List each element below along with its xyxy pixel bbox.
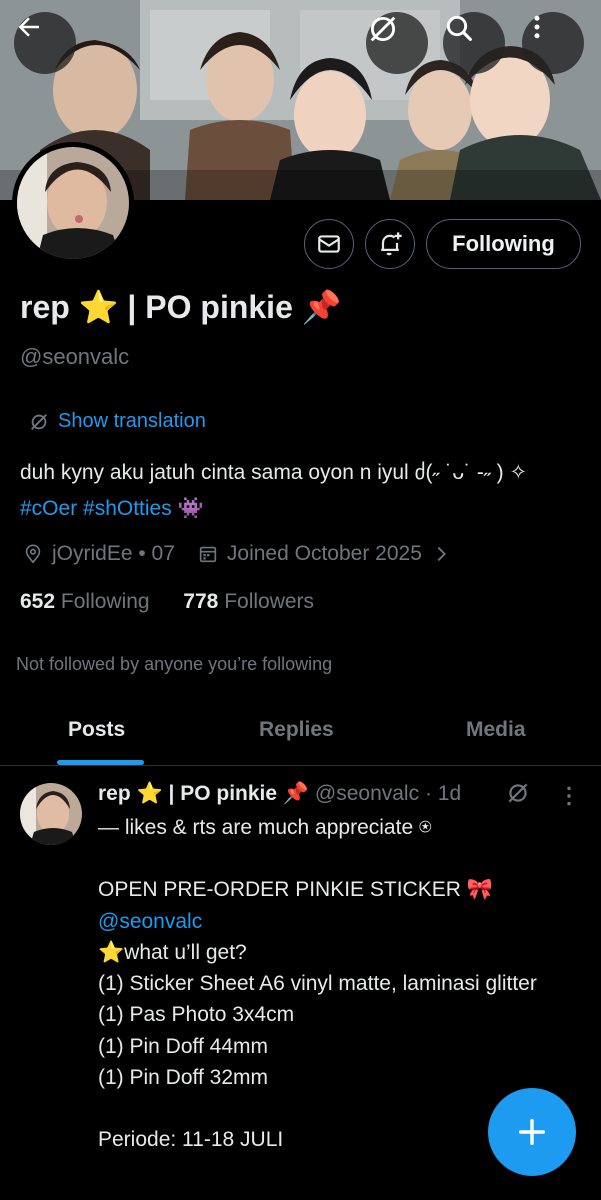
profile-location: jOyridEe • 07 <box>52 542 175 565</box>
more-vertical-icon[interactable] <box>556 783 582 809</box>
not-followed-note: Not followed by anyone you’re following <box>16 654 333 674</box>
profile-joined-date: Joined October 2025 <box>226 542 422 565</box>
notifications-button[interactable] <box>365 219 415 269</box>
search-button[interactable] <box>443 12 505 74</box>
tab-media[interactable]: Media <box>466 718 526 742</box>
post-line: (1) Pin Doff 44mm <box>98 1034 268 1058</box>
show-translation-label: Show translation <box>58 410 206 432</box>
message-button[interactable] <box>304 219 354 269</box>
post-author-handle[interactable]: @seonvalc <box>315 782 419 805</box>
tab-replies[interactable]: Replies <box>259 718 334 742</box>
post-author-name[interactable]: rep ⭐ | PO pinkie 📌 <box>98 782 309 805</box>
profile-tabs: Posts Replies Media <box>0 700 601 766</box>
post-line: (1) Pas Photo 3x4cm <box>98 1003 295 1027</box>
hashtag-link[interactable]: #cOer <box>20 497 77 520</box>
compose-button[interactable] <box>488 1088 576 1176</box>
bio-text: duh kyny aku jatuh cinta sama oyon n iyu… <box>20 461 528 484</box>
translate-off-icon <box>31 413 47 430</box>
translate-off-icon[interactable] <box>505 780 531 806</box>
tab-posts[interactable]: Posts <box>68 718 125 742</box>
calendar-icon <box>199 546 217 563</box>
translate-off-icon <box>370 16 396 42</box>
chevron-right-icon[interactable] <box>430 543 452 565</box>
following-button[interactable]: Following <box>426 219 581 269</box>
post-mention-link[interactable]: @seonvalc <box>98 906 548 937</box>
post-header: rep ⭐ | PO pinkie 📌 @seonvalc · 1d <box>98 782 461 806</box>
active-tab-indicator <box>57 760 144 765</box>
profile-page: Following rep ⭐ | PO pinkie 📌 @seonvalc … <box>0 0 601 1200</box>
plus-icon <box>518 1118 546 1146</box>
location-pin-icon <box>25 544 41 564</box>
post-avatar-photo <box>20 783 82 845</box>
followers-count-link[interactable]: 778 Followers <box>183 590 314 613</box>
back-button[interactable] <box>14 12 76 74</box>
translate-off-button[interactable] <box>366 12 428 74</box>
post-line: (1) Sticker Sheet A6 vinyl matte, lamina… <box>98 972 537 996</box>
profile-handle: @seonvalc <box>20 344 130 369</box>
post-body: — likes & rts are much appreciate ⍟ OPEN … <box>98 812 548 1156</box>
hashtag-link[interactable]: #shOtties <box>83 497 172 520</box>
post-line: OPEN PRE-ORDER PINKIE STICKER 🎀 <box>98 878 493 902</box>
avatar-photo <box>17 147 129 259</box>
post-line: — likes & rts are much appreciate ⍟ <box>98 816 432 839</box>
post-timestamp[interactable]: · 1d <box>425 782 461 805</box>
back-arrow-icon <box>18 17 39 37</box>
more-vertical-icon <box>534 15 540 39</box>
following-count-link[interactable]: 652 Following <box>20 590 150 613</box>
profile-bio: duh kyny aku jatuh cinta sama oyon n iyu… <box>20 455 580 527</box>
profile-meta: jOyridEe • 07 Joined October 2025 <box>22 542 452 566</box>
message-icon <box>318 235 340 253</box>
post-line: ⭐what u’ll get? <box>98 940 247 964</box>
profile-avatar[interactable] <box>12 142 134 264</box>
bio-emoji: 👾 <box>177 497 204 520</box>
show-translation-link[interactable]: Show translation <box>28 410 206 433</box>
profile-display-name: rep ⭐ | PO pinkie 📌 <box>20 289 342 325</box>
notification-add-icon <box>381 232 402 256</box>
post-line: (1) Pin Doff 32mm <box>98 1066 268 1090</box>
more-options-button[interactable] <box>522 12 584 74</box>
search-icon <box>446 15 472 41</box>
post-author-avatar[interactable] <box>20 783 82 845</box>
post-line: Periode: 11-18 JULI <box>98 1128 284 1152</box>
follow-counts: 652 Following 778 Followers <box>20 590 314 614</box>
